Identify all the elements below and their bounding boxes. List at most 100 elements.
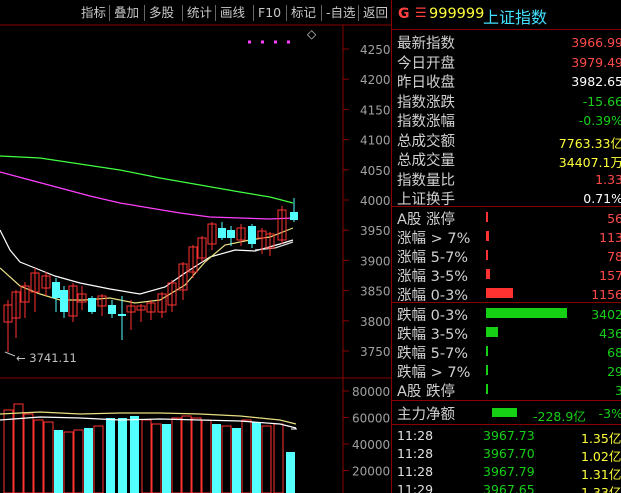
main-flow-row: 主力净额 -228.9亿 -3% bbox=[395, 402, 621, 425]
volume-bar bbox=[241, 419, 252, 493]
tick-time: 11:28 bbox=[397, 464, 434, 479]
tick-price: 3967.73 bbox=[483, 428, 535, 443]
candle-body bbox=[60, 290, 68, 312]
volume-bar bbox=[54, 430, 63, 493]
stock-code: 999999 bbox=[429, 6, 485, 22]
breadth-value: 29 bbox=[607, 364, 621, 379]
volume-bar bbox=[106, 418, 115, 493]
tick-price: 3967.65 bbox=[483, 482, 535, 493]
candle-body bbox=[227, 230, 235, 238]
volume-bar bbox=[232, 428, 241, 493]
quote-value: -0.39% bbox=[578, 113, 621, 128]
breadth-row: A股 跌停 3 bbox=[395, 379, 621, 402]
price-tick-label: 4250 bbox=[360, 43, 391, 57]
main-flow-amount: -228.9亿 bbox=[533, 409, 586, 424]
stock-name: 上证指数 bbox=[483, 8, 548, 27]
breadth-bar bbox=[486, 346, 488, 356]
volume-tick-label: 20000 bbox=[352, 465, 390, 479]
quote-header: G ☰ 999999 上证指数 bbox=[392, 0, 621, 30]
breadth-value: 3402 bbox=[591, 307, 621, 322]
volume-bar bbox=[23, 413, 34, 493]
breadth-bar bbox=[486, 269, 490, 279]
kline-chart[interactable]: 4250 4200 4150 4100 4050 4000 3950 3900 3850 3800… bbox=[0, 0, 391, 493]
breadth-bar bbox=[486, 327, 498, 337]
breadth-value: 68 bbox=[607, 345, 621, 360]
price-tick-label: 4200 bbox=[360, 73, 391, 87]
flow-divider-top bbox=[392, 400, 621, 401]
price-tick-label: 3750 bbox=[360, 345, 391, 359]
quote-value: 0.71% bbox=[583, 191, 621, 206]
header-divider bbox=[392, 29, 621, 30]
volume-bar bbox=[118, 418, 127, 493]
volume-bar bbox=[151, 423, 162, 493]
candle-body bbox=[290, 212, 298, 220]
candle-body bbox=[88, 298, 96, 312]
price-tick-label: 3900 bbox=[360, 254, 391, 268]
menu-icon[interactable]: ☰ bbox=[415, 6, 427, 21]
breadth-bar bbox=[486, 231, 489, 241]
price-tick-label: 4050 bbox=[360, 164, 391, 178]
breadth-label: A股 跌停 bbox=[397, 384, 456, 400]
tick-row: 11:29 3967.65 1.33亿 bbox=[395, 479, 621, 493]
volume-tick-label: 80000 bbox=[352, 385, 390, 399]
tick-price: 3967.70 bbox=[483, 446, 535, 461]
low-marker-label: ← 3741.11 bbox=[16, 351, 77, 365]
volume-bar bbox=[141, 419, 152, 493]
volume-bar bbox=[162, 424, 171, 493]
g-mark-icon[interactable]: G bbox=[398, 6, 410, 22]
price-tick-label: 4000 bbox=[360, 194, 391, 208]
candle-body bbox=[108, 305, 116, 314]
quote-panel: G ☰ 999999 上证指数 最新指数 3966.99 今日开盘 3979.49 昨日… bbox=[391, 0, 621, 493]
breadth-value: 113 bbox=[599, 230, 621, 245]
tick-time: 11:28 bbox=[397, 428, 434, 443]
ma-line-magenta bbox=[0, 171, 294, 220]
breadth-bar bbox=[486, 250, 488, 260]
candle-body bbox=[118, 314, 126, 316]
volume-bar bbox=[191, 417, 202, 493]
diamond-icon[interactable]: ◇ bbox=[307, 27, 317, 41]
quote-value: 3966.99 bbox=[571, 35, 621, 50]
low-marker-line bbox=[4, 351, 16, 357]
quote-value: -15.66 bbox=[582, 93, 621, 109]
breadth-value: 157 bbox=[599, 268, 621, 283]
breadth-bar bbox=[486, 288, 513, 298]
kline-chart-area[interactable]: 指标 叠加 多股 统计 画线 F10 标记 -自选 返回 4250 4200 4150 4100 405… bbox=[0, 0, 391, 493]
candle-body bbox=[248, 226, 256, 244]
main-flow-pct: -3% bbox=[598, 406, 621, 421]
breadth-value: 78 bbox=[607, 249, 621, 264]
breadth-value: 436 bbox=[599, 326, 621, 341]
price-tick-label: 4100 bbox=[360, 134, 391, 148]
main-flow-bar bbox=[492, 408, 517, 417]
ma-line-green bbox=[0, 155, 294, 204]
breadth-value: 1156 bbox=[591, 287, 621, 302]
volume-bar bbox=[43, 421, 54, 493]
volume-bar bbox=[84, 428, 93, 493]
volume-bar bbox=[273, 423, 284, 493]
volume-bar bbox=[13, 403, 24, 493]
breadth-bar bbox=[486, 384, 488, 394]
breadth-bar bbox=[486, 308, 567, 318]
tick-volume: 1.33亿 bbox=[581, 485, 621, 493]
volume-bar bbox=[73, 429, 84, 493]
tick-time: 11:29 bbox=[397, 482, 434, 493]
volume-tick-label: 40000 bbox=[352, 438, 390, 452]
volume-bar bbox=[33, 419, 44, 493]
tick-price: 3967.79 bbox=[483, 464, 535, 479]
price-tick-label: 3950 bbox=[360, 224, 391, 238]
volume-bar bbox=[261, 425, 272, 493]
volume-tick-label: 60000 bbox=[352, 412, 390, 426]
main-flow-label: 主力净额 bbox=[397, 407, 455, 423]
breadth-value: 3 bbox=[615, 383, 621, 398]
volume-bar bbox=[221, 425, 232, 493]
volume-bar bbox=[286, 452, 295, 493]
candle-body bbox=[218, 228, 226, 238]
breadth-bar bbox=[486, 212, 488, 222]
candle-body bbox=[52, 282, 60, 298]
volume-bar bbox=[181, 415, 192, 493]
quote-value: 3982.65 bbox=[571, 74, 621, 89]
volume-bar bbox=[63, 431, 74, 493]
volume-bar bbox=[171, 417, 182, 493]
volume-bar bbox=[212, 424, 221, 493]
price-tick-label: 3850 bbox=[360, 285, 391, 299]
price-tick-label: 4150 bbox=[360, 103, 391, 117]
